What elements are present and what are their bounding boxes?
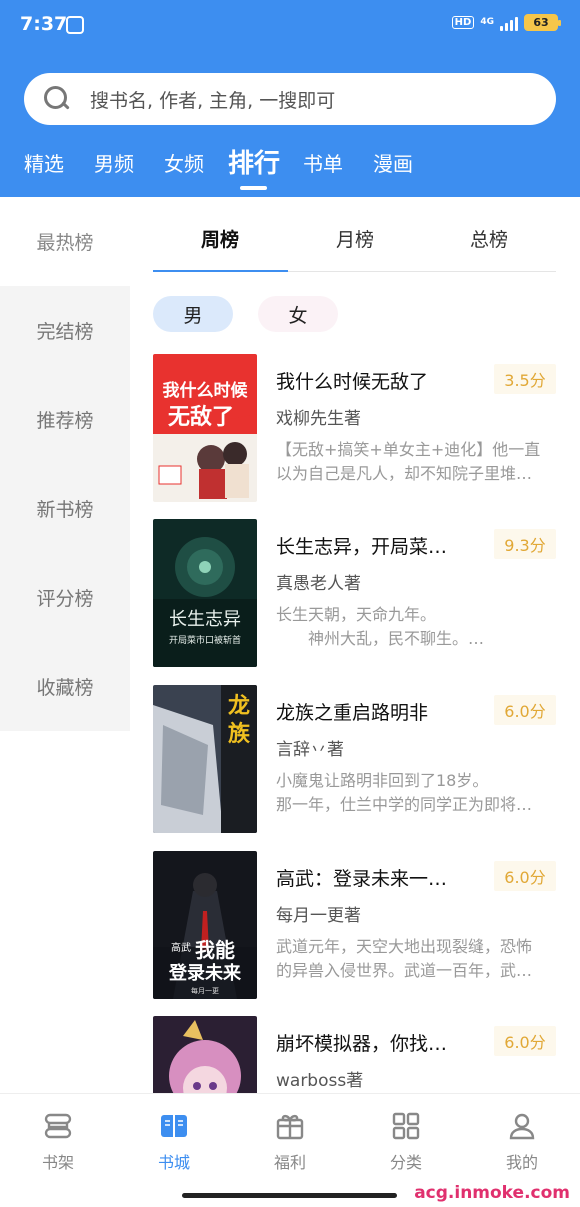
sidebar-item-completed[interactable]: 完结榜 [0,286,130,375]
book-author: 真愚老人著 [276,574,361,594]
book-author: 言辞丷著 [276,740,344,760]
tab-male[interactable]: 男频 [94,148,134,177]
battery-icon: 63 [524,14,561,31]
status-time: 7:37 [20,13,68,35]
book-cover[interactable]: 我什么时候 无敌了 [153,354,257,502]
gender-female-button[interactable]: 女 [258,296,338,332]
nav-label: 我的 [505,1153,538,1172]
tab-comics[interactable]: 漫画 [373,148,413,177]
search-placeholder: 搜书名, 作者, 主角, 一搜即可 [90,89,336,112]
status-bar: 7:37 HD 4G 63 [0,0,580,52]
gender-male-button[interactable]: 男 [153,296,233,332]
nav-bookshelf[interactable]: 书架 [0,1094,116,1184]
ranking-sidebar: 最热榜 完结榜 推荐榜 新书榜 评分榜 收藏榜 [0,197,130,731]
desc-line-1: 【无敌+搞笑+单女主+迪化】他一直 [276,440,541,459]
list-item[interactable]: 高武 我能 登录未来 每月一更 高武：登录未来一… 6.0分 每月一更著 武道元… [153,851,556,999]
list-item[interactable]: 龙 族 龙族之重启路明非 6.0分 言辞丷著 小魔鬼让路明非回到了18岁。 那一… [153,685,556,833]
notification-app-icon [66,16,84,34]
book-title: 龙族之重启路明非 [276,702,429,724]
book-title: 长生志异，开局菜… [276,536,448,558]
user-icon [506,1110,538,1142]
book-title: 崩坏模拟器，你找… [276,1033,448,1055]
list-item[interactable]: 我什么时候 无敌了 我什么时候无敌了 3.5分 戏柳先生著 【无敌+搞笑+单女主… [153,354,556,502]
bottom-nav: 书架 书城 福利 分类 我的 [0,1093,580,1183]
book-author: 戏柳先生著 [276,409,361,429]
sidebar-item-new[interactable]: 新书榜 [0,464,130,553]
cover-title-line1: 我能 [195,938,235,962]
period-tabs: 周榜 月榜 总榜 [153,197,556,272]
sidebar-item-hottest[interactable]: 最热榜 [0,197,130,286]
network-type: 4G [480,17,494,27]
book-score: 6.0分 [494,695,556,725]
nav-label: 福利 [273,1153,306,1172]
book-score: 9.3分 [494,529,556,559]
signal-icon [500,15,518,31]
top-tabs: 精选 男频 女频 排行 书单 漫画 [0,140,580,190]
nav-label: 书城 [157,1153,190,1172]
book-cover[interactable]: 龙 族 [153,685,257,833]
cover-title-line2: 开局菜市口被斩首 [169,634,241,646]
bookshelf-icon [42,1110,74,1142]
tab-ranking[interactable]: 排行 [228,143,280,180]
desc-line-1: 武道元年，天空大地出现裂缝，恐怖 [276,937,533,956]
nav-profile[interactable]: 我的 [464,1094,580,1184]
book-cover[interactable]: 长生志异 开局菜市口被斩首 [153,519,257,667]
hd-icon: HD [451,16,475,29]
desc-line-1: 小魔鬼让路明非回到了18岁。 [276,771,489,790]
book-title: 高武：登录未来一… [276,868,448,890]
cover-title-char2: 族 [228,721,251,747]
open-book-icon [158,1110,190,1142]
book-description: 【无敌+搞笑+单女主+迪化】他一直 以为自己是凡人，却不知院子里堆… [276,438,556,486]
desc-line-1: 长生天朝，天命九年。 [276,605,437,624]
list-item[interactable]: 长生志异 开局菜市口被斩首 长生志异，开局菜… 9.3分 真愚老人著 长生天朝，… [153,519,556,667]
cover-author: 每月一更 [191,986,219,995]
book-author: warboss著 [276,1071,364,1091]
desc-line-2: 神州大乱，民不聊生。… [276,629,485,648]
cover-title-line1: 长生志异 [169,609,241,630]
gift-icon [274,1110,306,1142]
cover-title-line2: 无敌了 [168,404,234,430]
sidebar-item-rating[interactable]: 评分榜 [0,553,130,642]
book-title: 我什么时候无敌了 [276,371,429,393]
header: 7:37 HD 4G 63 搜书名, 作者, 主角, 一搜即可 精选 男频 女频… [0,0,580,197]
grid-icon [390,1110,422,1142]
book-cover[interactable]: 高武 我能 登录未来 每月一更 [153,851,257,999]
tab-featured[interactable]: 精选 [24,148,64,177]
tab-booklist[interactable]: 书单 [303,148,343,177]
tab-weekly[interactable]: 周榜 [201,225,239,252]
sidebar-item-recommended[interactable]: 推荐榜 [0,375,130,464]
cover-title-char1: 龙 [228,694,250,719]
period-tab-underline [153,270,288,272]
search-icon [44,86,70,112]
nav-bookstore[interactable]: 书城 [116,1094,232,1184]
book-score: 6.0分 [494,1026,556,1056]
desc-line-2: 那一年，仕兰中学的同学正为即将… [276,795,533,814]
book-score: 6.0分 [494,861,556,891]
cover-title-line1: 我什么时候 [163,380,249,401]
tab-female[interactable]: 女频 [164,148,204,177]
nav-rewards[interactable]: 福利 [232,1094,348,1184]
search-input[interactable]: 搜书名, 作者, 主角, 一搜即可 [24,73,556,125]
status-indicators: HD 4G 63 [451,14,561,31]
nav-label: 分类 [389,1153,422,1172]
home-indicator[interactable] [182,1193,397,1198]
book-description: 武道元年，天空大地出现裂缝，恐怖 的异兽入侵世界。武道一百年，武… [276,935,556,983]
nav-categories[interactable]: 分类 [348,1094,464,1184]
cover-title-line2: 登录未来 [168,962,242,984]
tab-total[interactable]: 总榜 [470,225,508,252]
book-author: 每月一更著 [276,906,361,926]
tab-indicator [240,186,267,190]
watermark: acg.inmoke.com [414,1183,570,1203]
tab-monthly[interactable]: 月榜 [336,225,374,252]
sidebar-item-favorites[interactable]: 收藏榜 [0,642,130,731]
desc-line-2: 的异兽入侵世界。武道一百年，武… [276,961,533,980]
book-description: 小魔鬼让路明非回到了18岁。 那一年，仕兰中学的同学正为即将… [276,769,556,817]
system-home-bar: acg.inmoke.com [0,1183,580,1207]
nav-label: 书架 [41,1153,74,1172]
book-score: 3.5分 [494,364,556,394]
book-description: 长生天朝，天命九年。 神州大乱，民不聊生。… [276,603,556,651]
desc-line-2: 以为自己是凡人，却不知院子里堆… [276,464,533,483]
cover-tag: 高武 [171,941,191,954]
